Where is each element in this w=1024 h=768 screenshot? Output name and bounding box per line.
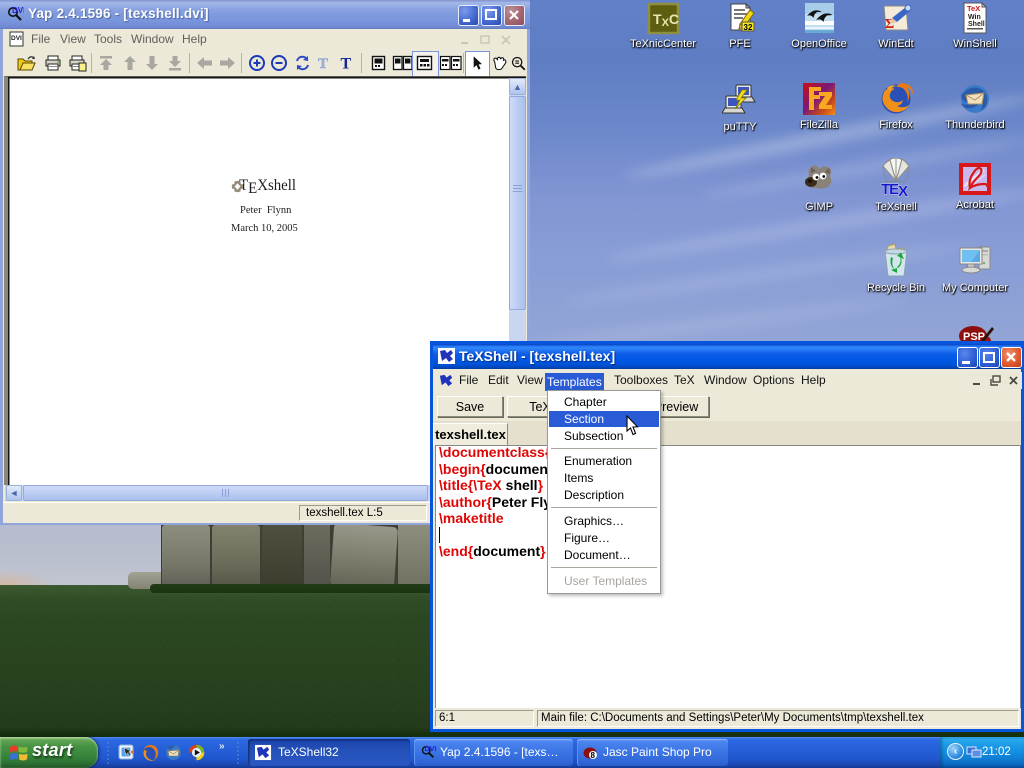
svg-text:Shell: Shell [968,21,985,28]
svg-text:T: T [318,56,328,72]
svg-text:Win: Win [968,14,981,21]
svg-text:32: 32 [743,23,752,32]
svg-text:DVI: DVI [424,745,436,753]
svg-text:TeX: TeX [967,4,980,13]
svg-text:TEX: TEX [881,181,908,198]
svg-text:DVI: DVI [12,6,24,15]
svg-text:T: T [341,56,352,73]
svg-text:8: 8 [591,751,596,760]
svg-text:DVI: DVI [11,35,22,42]
